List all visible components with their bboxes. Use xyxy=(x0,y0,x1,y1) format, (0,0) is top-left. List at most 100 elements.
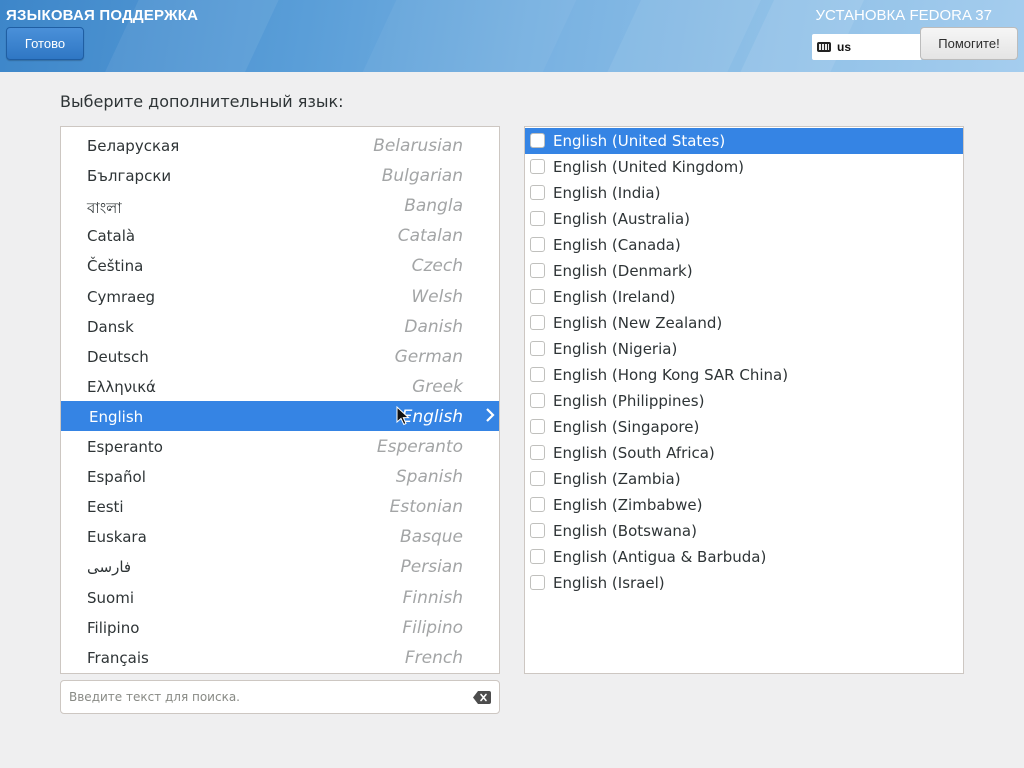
language-prompt: Выберите дополнительный язык: xyxy=(60,92,344,111)
language-english-name: Belarusian xyxy=(373,136,463,156)
language-row[interactable]: Cymraeg Welsh xyxy=(61,281,499,311)
done-button[interactable]: Готово xyxy=(6,27,84,60)
locale-checkbox[interactable] xyxy=(530,185,545,200)
locale-row[interactable]: English (Israel) xyxy=(525,570,963,596)
language-english-name: Bangla xyxy=(404,196,463,217)
language-english-name: Welsh xyxy=(411,286,463,307)
language-native-name: Euskara xyxy=(87,528,147,547)
locale-row[interactable]: English (India) xyxy=(525,180,963,206)
language-native-name: Français xyxy=(87,648,149,667)
locale-row[interactable]: English (Antigua & Barbuda) xyxy=(525,544,963,570)
language-row[interactable]: Български Bulgarian xyxy=(61,160,499,190)
language-native-name: Cymraeg xyxy=(87,287,156,306)
locale-label: English (Denmark) xyxy=(553,262,693,280)
locale-checkbox[interactable] xyxy=(530,367,545,382)
locale-label: English (South Africa) xyxy=(553,444,715,462)
language-native-name: Suomi xyxy=(87,588,134,607)
product-title: УСТАНОВКА FEDORA 37 xyxy=(815,7,992,24)
language-row[interactable]: Français French xyxy=(61,642,499,672)
locale-row[interactable]: English (Denmark) xyxy=(525,258,963,284)
language-native-name: Deutsch xyxy=(87,347,149,366)
language-row[interactable]: Esperanto Esperanto xyxy=(61,431,499,461)
language-row[interactable]: Español Spanish xyxy=(61,461,499,491)
locale-checkbox[interactable] xyxy=(530,471,545,486)
locale-label: English (Zimbabwe) xyxy=(553,496,703,514)
locale-row[interactable]: English (Australia) xyxy=(525,206,963,232)
locale-row[interactable]: English (New Zealand) xyxy=(525,310,963,336)
locale-row[interactable]: English (Zambia) xyxy=(525,466,963,492)
language-english-name: Estonian xyxy=(389,497,463,518)
language-native-name: Eesti xyxy=(87,498,124,517)
language-native-name: English xyxy=(89,407,144,426)
language-row[interactable]: Беларуская Belarusian xyxy=(61,130,499,160)
locale-checkbox[interactable] xyxy=(530,159,545,174)
language-english-name: Catalan xyxy=(397,226,463,247)
locale-checkbox[interactable] xyxy=(530,575,545,590)
locale-row[interactable]: English (Nigeria) xyxy=(525,336,963,362)
locale-label: English (United Kingdom) xyxy=(553,158,745,176)
locale-checkbox[interactable] xyxy=(530,211,545,226)
locale-row[interactable]: English (United Kingdom) xyxy=(525,154,963,180)
locale-checkbox[interactable] xyxy=(530,497,545,512)
locale-label: English (Nigeria) xyxy=(553,340,678,358)
locale-row[interactable]: English (Philippines) xyxy=(525,388,963,414)
locale-checkbox[interactable] xyxy=(530,419,545,434)
locale-label: English (Australia) xyxy=(553,210,690,228)
locale-checkbox[interactable] xyxy=(530,341,545,356)
locale-label: English (Philippines) xyxy=(553,392,705,410)
locale-checkbox[interactable] xyxy=(530,133,545,148)
language-native-name: Беларуская xyxy=(87,137,180,155)
language-english-name: Persian xyxy=(400,557,463,578)
locale-checkbox[interactable] xyxy=(530,315,545,330)
locale-row[interactable]: English (Botswana) xyxy=(525,518,963,544)
language-row[interactable]: Eesti Estonian xyxy=(61,491,499,521)
language-row[interactable]: فارسی Persian xyxy=(61,551,499,581)
language-english-name: Czech xyxy=(411,256,463,277)
mouse-pointer-icon xyxy=(396,406,410,426)
language-row[interactable]: English English xyxy=(61,400,499,431)
keyboard-layout-indicator[interactable]: us xyxy=(812,34,922,60)
locale-row[interactable]: English (South Africa) xyxy=(525,440,963,466)
language-search-box[interactable] xyxy=(60,680,500,714)
language-row[interactable]: Dansk Danish xyxy=(61,311,499,341)
language-row[interactable]: Català Catalan xyxy=(61,220,499,250)
locale-checkbox[interactable] xyxy=(530,263,545,278)
language-row[interactable]: Deutsch German xyxy=(61,341,499,371)
language-list[interactable]: Беларуская Belarusian Български Bulgarian বা… xyxy=(60,126,500,674)
locale-row[interactable]: English (Canada) xyxy=(525,232,963,258)
language-english-name: Spanish xyxy=(395,467,463,488)
locale-checkbox[interactable] xyxy=(530,549,545,564)
language-english-name: Finnish xyxy=(402,587,463,608)
language-native-name: Català xyxy=(87,227,136,246)
locale-checkbox[interactable] xyxy=(530,289,545,304)
header-bar: ЯЗЫКОВАЯ ПОДДЕРЖКА Готово УСТАНОВКА FEDO… xyxy=(0,0,1024,72)
language-search-input[interactable] xyxy=(69,687,469,707)
spoke-title: ЯЗЫКОВАЯ ПОДДЕРЖКА xyxy=(6,7,199,24)
locale-checkbox[interactable] xyxy=(530,523,545,538)
locale-checkbox[interactable] xyxy=(530,237,545,252)
language-english-name: Danish xyxy=(404,316,463,337)
language-english-name: Greek xyxy=(412,376,463,397)
language-native-name: Dansk xyxy=(87,317,134,336)
language-row[interactable]: Euskara Basque xyxy=(61,521,499,551)
locale-row[interactable]: English (Hong Kong SAR China) xyxy=(525,362,963,388)
locale-row[interactable]: English (United States) xyxy=(525,128,963,154)
language-row[interactable]: Filipino Filipino xyxy=(61,612,499,642)
locale-row[interactable]: English (Singapore) xyxy=(525,414,963,440)
help-button[interactable]: Помогите! xyxy=(920,27,1018,60)
locale-checkbox[interactable] xyxy=(530,393,545,408)
locale-list[interactable]: English (United States) English (United K… xyxy=(524,126,964,674)
language-row[interactable]: Suomi Finnish xyxy=(61,582,499,612)
locale-row[interactable]: English (Ireland) xyxy=(525,284,963,310)
locale-checkbox[interactable] xyxy=(530,445,545,460)
language-row[interactable]: বাংলা Bangla xyxy=(61,190,499,220)
locale-label: English (Botswana) xyxy=(553,522,697,540)
language-native-name: Esperanto xyxy=(87,438,163,456)
language-row[interactable]: Ελληνικά Greek xyxy=(61,371,499,401)
locale-label: English (Antigua & Barbuda) xyxy=(553,548,767,566)
language-row[interactable]: Čeština Czech xyxy=(61,250,499,280)
language-native-name: Ελληνικά xyxy=(87,377,156,396)
edit-clear-icon[interactable] xyxy=(473,691,491,704)
locale-row[interactable]: English (Zimbabwe) xyxy=(525,492,963,518)
locale-label: English (India) xyxy=(553,184,661,202)
